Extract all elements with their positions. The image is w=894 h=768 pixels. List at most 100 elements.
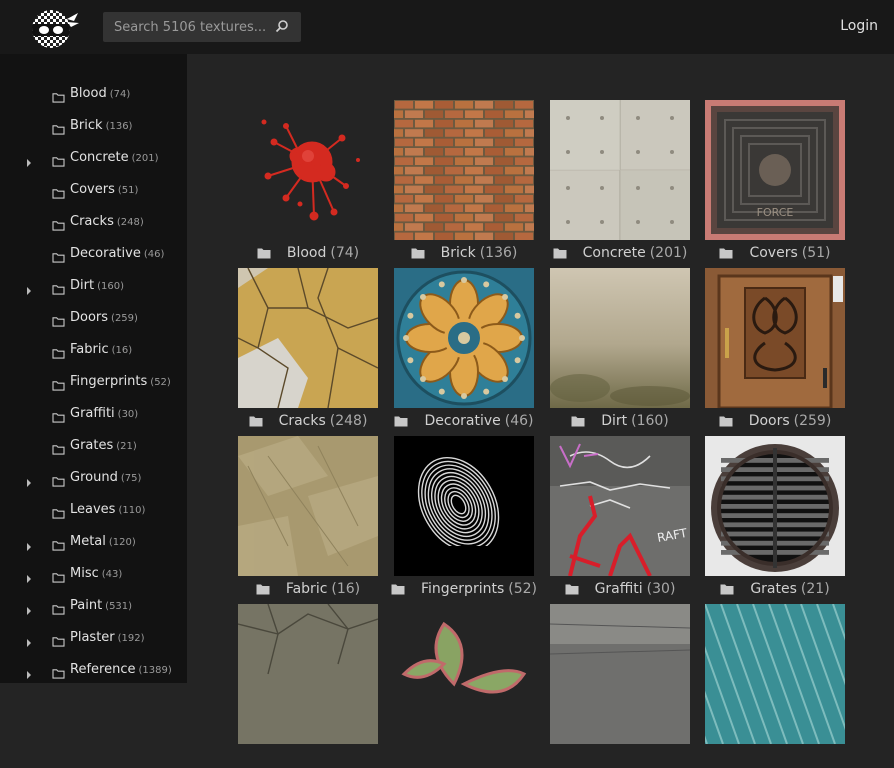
category-tile-covers[interactable]: FORCE Covers (51) bbox=[705, 100, 845, 264]
sidebar-item-cracks[interactable]: Cracks (248) bbox=[0, 206, 187, 238]
sidebar-item-paint[interactable]: Paint (531) bbox=[0, 590, 187, 622]
tile-count: (52) bbox=[508, 581, 537, 597]
category-tile-fingerprints[interactable]: Fingerprints (52) bbox=[391, 436, 537, 600]
category-count: (21) bbox=[116, 441, 137, 452]
folder-icon bbox=[52, 568, 65, 583]
login-link[interactable]: Login bbox=[840, 18, 878, 34]
sidebar-item-covers[interactable]: Covers (51) bbox=[0, 174, 187, 206]
category-tile-dirt[interactable]: Dirt (160) bbox=[550, 268, 690, 432]
folder-icon bbox=[52, 248, 65, 263]
category-tile-ground[interactable] bbox=[238, 604, 378, 768]
category-count: (46) bbox=[143, 249, 165, 260]
category-tile-blood[interactable]: Blood (74) bbox=[238, 100, 378, 264]
sidebar-item-dirt[interactable]: Dirt (160) bbox=[0, 270, 187, 302]
chevron-right-icon[interactable] bbox=[26, 633, 32, 647]
category-name: Paint bbox=[70, 598, 103, 613]
texture-thumbnail[interactable] bbox=[394, 604, 534, 744]
tile-caption[interactable]: Covers (51) bbox=[705, 243, 845, 263]
texture-thumbnail[interactable] bbox=[394, 268, 534, 408]
texture-thumbnail[interactable] bbox=[705, 436, 845, 576]
texture-thumbnail[interactable] bbox=[705, 604, 845, 744]
texture-thumbnail[interactable] bbox=[394, 100, 534, 240]
tile-name: Concrete bbox=[582, 245, 646, 261]
texture-thumbnail[interactable] bbox=[394, 436, 534, 576]
chevron-right-icon[interactable] bbox=[26, 601, 32, 615]
sidebar-item-metal[interactable]: Metal (120) bbox=[0, 526, 187, 558]
tile-caption[interactable]: Brick (136) bbox=[394, 243, 534, 263]
category-tile-brick[interactable]: Brick (136) bbox=[394, 100, 534, 264]
texture-thumbnail[interactable] bbox=[550, 268, 690, 408]
sidebar-item-brick[interactable]: Brick (136) bbox=[0, 110, 187, 142]
sidebar-item-misc[interactable]: Misc (43) bbox=[0, 558, 187, 590]
sidebar-item-ground[interactable]: Ground (75) bbox=[0, 462, 187, 494]
folder-icon bbox=[394, 415, 416, 427]
sidebar-item-reference[interactable]: Reference (1389) bbox=[0, 654, 187, 686]
chevron-right-icon[interactable] bbox=[26, 153, 32, 167]
texture-thumbnail[interactable]: RAFT bbox=[550, 436, 690, 576]
sidebar-item-leaves[interactable]: Leaves (110) bbox=[0, 494, 187, 526]
category-tile-graffiti[interactable]: RAFT Graffiti (30) bbox=[550, 436, 690, 600]
search-input[interactable]: Search 5106 textures... bbox=[114, 20, 274, 35]
tile-caption[interactable]: Blood (74) bbox=[238, 243, 378, 263]
tile-caption[interactable]: Decorative (46) bbox=[394, 411, 534, 431]
sidebar-item-decorative[interactable]: Decorative (46) bbox=[0, 238, 187, 270]
sidebar-item-fabric[interactable]: Fabric (16) bbox=[0, 334, 187, 366]
sidebar-item-fingerprints[interactable]: Fingerprints (52) bbox=[0, 366, 187, 398]
category-tile-concrete[interactable]: Concrete (201) bbox=[550, 100, 690, 264]
site-logo-icon[interactable] bbox=[26, 7, 80, 49]
tile-caption[interactable]: Concrete (201) bbox=[550, 243, 690, 263]
category-tile-fabric[interactable]: Fabric (16) bbox=[238, 436, 378, 600]
category-tile-leaves[interactable] bbox=[394, 604, 534, 768]
folder-icon bbox=[719, 415, 741, 427]
chevron-right-icon[interactable] bbox=[26, 665, 32, 679]
chevron-right-icon[interactable] bbox=[26, 473, 32, 487]
sidebar-item-blood[interactable]: Blood (74) bbox=[0, 78, 187, 110]
folder-icon bbox=[52, 312, 65, 327]
category-name: Graffiti bbox=[70, 406, 115, 421]
chevron-right-icon[interactable] bbox=[26, 569, 32, 583]
sidebar-item-plaster[interactable]: Plaster (192) bbox=[0, 622, 187, 654]
tile-caption[interactable]: Graffiti (30) bbox=[550, 579, 690, 599]
category-tile-metal[interactable] bbox=[550, 604, 690, 768]
chevron-right-icon[interactable] bbox=[26, 281, 32, 295]
texture-thumbnail[interactable]: FORCE bbox=[705, 100, 845, 240]
texture-thumbnail[interactable] bbox=[705, 268, 845, 408]
texture-thumbnail[interactable] bbox=[238, 100, 378, 240]
texture-thumbnail[interactable] bbox=[550, 604, 690, 744]
texture-thumbnail[interactable] bbox=[550, 100, 690, 240]
folder-icon bbox=[52, 184, 65, 199]
category-tile-decorative[interactable]: Decorative (46) bbox=[394, 268, 534, 432]
category-count: (120) bbox=[108, 537, 136, 548]
texture-thumbnail[interactable] bbox=[238, 604, 378, 744]
tile-caption[interactable]: Dirt (160) bbox=[550, 411, 690, 431]
folder-icon bbox=[52, 344, 65, 359]
sidebar-item-doors[interactable]: Doors (259) bbox=[0, 302, 187, 334]
sidebar-item-concrete[interactable]: Concrete (201) bbox=[0, 142, 187, 174]
texture-thumbnail[interactable] bbox=[238, 436, 378, 576]
search-icon[interactable] bbox=[274, 19, 290, 35]
sidebar-item-label: Doors (259) bbox=[70, 310, 138, 325]
sidebar-item-grates[interactable]: Grates (21) bbox=[0, 430, 187, 462]
search-bar[interactable]: Search 5106 textures... bbox=[103, 12, 301, 42]
category-name: Cracks bbox=[70, 214, 114, 229]
folder-icon bbox=[720, 583, 742, 595]
category-tile-doors[interactable]: Doors (259) bbox=[705, 268, 845, 432]
sidebar-item-label: Ground (75) bbox=[70, 470, 141, 485]
folder-icon bbox=[52, 632, 65, 647]
tile-caption[interactable]: Cracks (248) bbox=[238, 411, 378, 431]
tile-caption[interactable]: Fabric (16) bbox=[238, 579, 378, 599]
sidebar-item-label: Concrete (201) bbox=[70, 150, 158, 165]
category-tile-cracks[interactable]: Cracks (248) bbox=[238, 268, 378, 432]
tile-count: (160) bbox=[631, 413, 669, 429]
tile-caption[interactable]: Doors (259) bbox=[705, 411, 845, 431]
chevron-right-icon[interactable] bbox=[26, 537, 32, 551]
tile-name: Brick bbox=[440, 245, 476, 261]
tile-caption[interactable]: Fingerprints (52) bbox=[391, 579, 537, 599]
tile-name: Dirt bbox=[601, 413, 628, 429]
texture-thumbnail[interactable] bbox=[238, 268, 378, 408]
tile-caption[interactable]: Grates (21) bbox=[705, 579, 845, 599]
category-tile-grates[interactable]: Grates (21) bbox=[705, 436, 845, 600]
sidebar-item-graffiti[interactable]: Graffiti (30) bbox=[0, 398, 187, 430]
category-name: Grates bbox=[70, 438, 114, 453]
category-tile-misc[interactable] bbox=[705, 604, 845, 768]
